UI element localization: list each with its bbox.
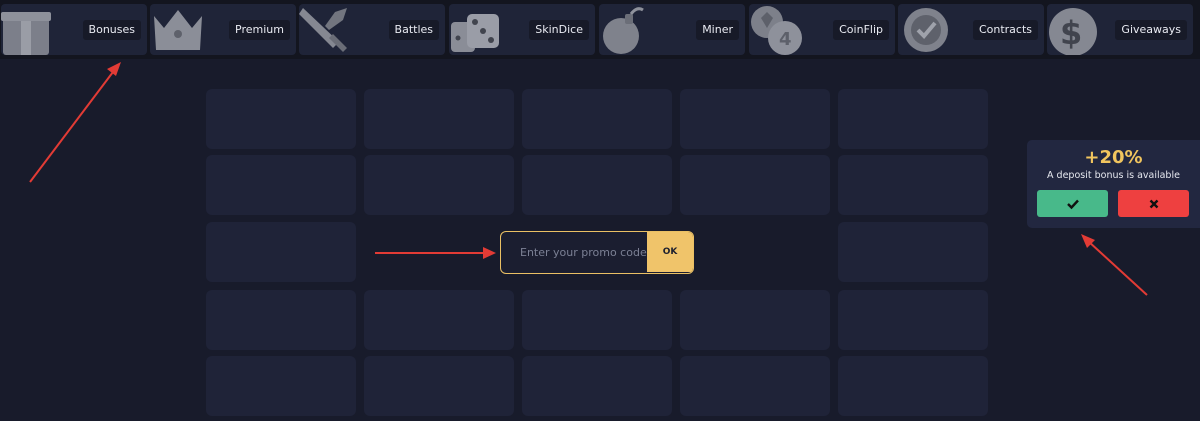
nav-item-coinflip[interactable]: 4 CoinFlip (749, 4, 895, 55)
nav-item-label: Battles (388, 20, 439, 40)
grid-card (206, 222, 356, 282)
promo-ok-button[interactable]: OK (647, 232, 693, 272)
dollar-coin-icon: $ (1049, 8, 1097, 55)
bonus-percent: +20% (1084, 147, 1143, 168)
grid-card (364, 356, 514, 416)
grid-card (838, 89, 988, 149)
annotation-arrow (375, 247, 496, 259)
nav-item-label: Contracts (972, 20, 1038, 40)
grid-card (364, 290, 514, 350)
nav-item-premium[interactable]: Premium (150, 4, 296, 55)
nav-item-label: SkinDice (529, 20, 589, 40)
grid-card (838, 290, 988, 350)
bomb-icon (603, 7, 644, 54)
nav-item-battles[interactable]: Battles (299, 4, 445, 55)
grid-card (680, 356, 830, 416)
nav-item-giveaways[interactable]: $ Giveaways (1047, 4, 1193, 55)
bonus-subtitle: A deposit bonus is available (1047, 170, 1180, 181)
top-nav: Bonuses Premium Battles SkinDice Miner 4… (0, 0, 1200, 59)
annotation-arrow (29, 62, 121, 183)
grid-card (838, 356, 988, 416)
grid-card (838, 222, 988, 282)
svg-text:$: $ (1060, 14, 1082, 52)
close-icon (1149, 199, 1158, 209)
badge-check-icon (904, 8, 948, 52)
coin-icon: 4 (751, 6, 802, 55)
nav-item-label: CoinFlip (833, 20, 889, 40)
grid-card (522, 89, 672, 149)
grid-card (364, 89, 514, 149)
gift-icon (1, 12, 51, 55)
nav-item-label: Miner (696, 20, 739, 40)
grid-card (206, 155, 356, 215)
nav-item-miner[interactable]: Miner (599, 4, 745, 55)
sword-icon (299, 8, 347, 52)
nav-item-contracts[interactable]: Contracts (898, 4, 1044, 55)
grid-card (680, 155, 830, 215)
grid-card (680, 89, 830, 149)
grid-card (206, 89, 356, 149)
nav-item-skindice[interactable]: SkinDice (449, 4, 595, 55)
grid-card (206, 290, 356, 350)
grid-card (206, 356, 356, 416)
grid-card (522, 155, 672, 215)
grid-card (364, 155, 514, 215)
nav-item-label: Premium (229, 20, 290, 40)
promo-code-input[interactable] (501, 232, 647, 272)
nav-item-label: Bonuses (82, 20, 141, 40)
grid-card (522, 356, 672, 416)
dice-icon (451, 14, 499, 52)
nav-item-bonuses[interactable]: Bonuses (1, 4, 147, 55)
decline-bonus-button[interactable] (1118, 190, 1189, 217)
promo-code-form: OK (500, 231, 694, 274)
grid-card (838, 155, 988, 215)
deposit-bonus-panel: +20% A deposit bonus is available (1027, 140, 1200, 228)
nav-item-label: Giveaways (1115, 20, 1187, 40)
svg-text:4: 4 (779, 29, 792, 50)
accept-bonus-button[interactable] (1037, 190, 1108, 217)
grid-card (522, 290, 672, 350)
crown-icon (154, 10, 202, 50)
grid-card (680, 290, 830, 350)
check-icon (1066, 199, 1079, 210)
annotation-arrow (1081, 234, 1148, 296)
